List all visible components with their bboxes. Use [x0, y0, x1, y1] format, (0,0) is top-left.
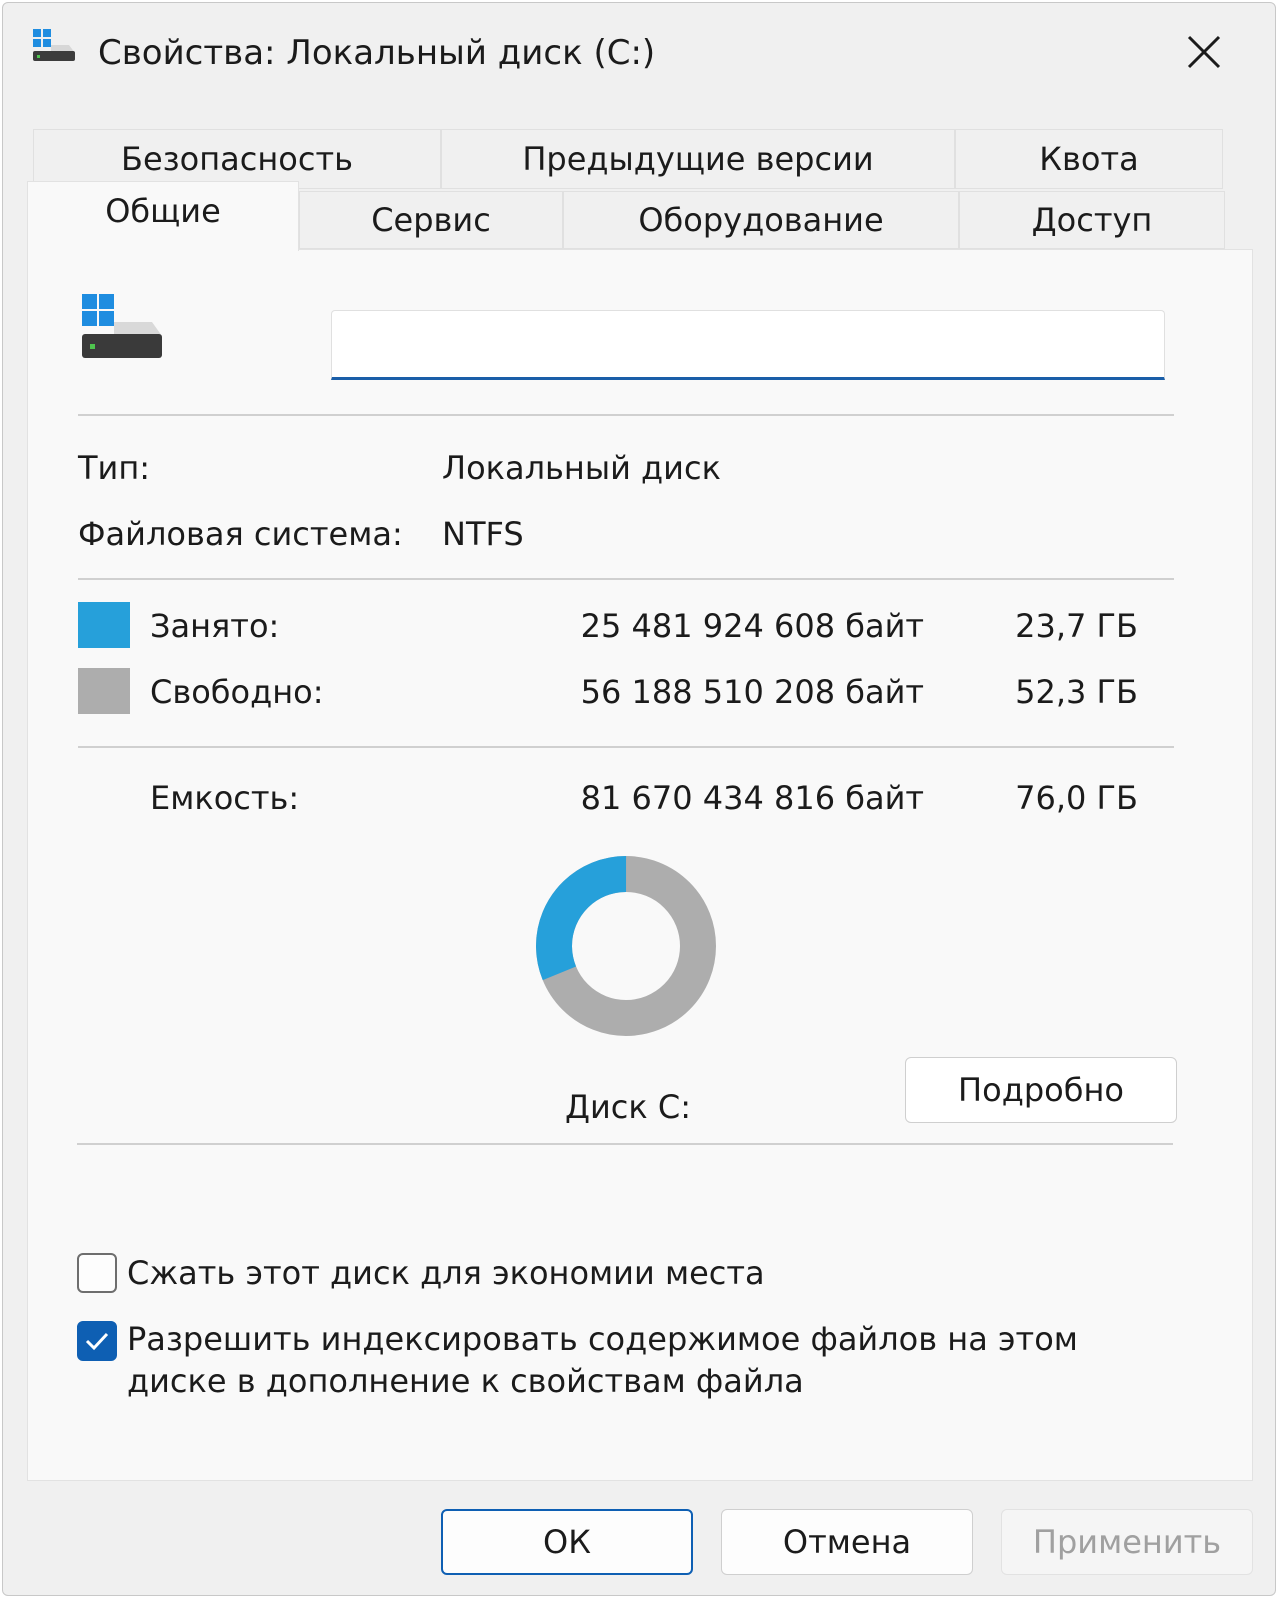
compress-checkbox[interactable] [77, 1253, 117, 1293]
tab-security[interactable]: Безопасность [33, 129, 441, 189]
capacity-gb: 76,0 ГБ [1015, 779, 1138, 817]
used-gb: 23,7 ГБ [1015, 607, 1138, 645]
separator [78, 746, 1174, 748]
close-button[interactable] [1175, 23, 1233, 81]
details-button[interactable]: Подробно [905, 1057, 1177, 1123]
index-label-line1: Разрешить индексировать содержимое файло… [127, 1320, 1078, 1358]
index-checkbox[interactable] [77, 1321, 117, 1361]
filesystem-label: Файловая система: [78, 515, 403, 553]
free-space-swatch [78, 668, 130, 714]
cancel-button[interactable]: Отмена [721, 1509, 973, 1575]
used-space-swatch [78, 602, 130, 648]
title-bar: Свойства: Локальный диск (C:) [3, 3, 1275, 103]
window-title: Свойства: Локальный диск (C:) [98, 33, 656, 73]
compress-label: Сжать этот диск для экономии места [127, 1254, 765, 1292]
tab-hardware[interactable]: Оборудование [563, 191, 959, 249]
usage-donut-chart [536, 856, 716, 1036]
tab-general[interactable]: Общие [27, 181, 299, 251]
separator [78, 414, 1174, 416]
separator [78, 578, 1174, 580]
free-gb: 52,3 ГБ [1015, 673, 1138, 711]
free-bytes: 56 188 510 208 байт [580, 673, 924, 711]
tab-previous-versions[interactable]: Предыдущие версии [441, 129, 955, 189]
drive-icon [82, 294, 162, 358]
close-icon [1187, 35, 1221, 69]
drive-name-input[interactable] [331, 310, 1165, 380]
properties-dialog: Свойства: Локальный диск (C:) Безопаснос… [2, 2, 1276, 1596]
index-label-line2: диске в дополнение к свойствам файла [127, 1362, 804, 1400]
used-label: Занято: [150, 607, 280, 645]
drive-icon [33, 29, 75, 61]
tab-quota[interactable]: Квота [955, 129, 1223, 189]
drive-letter-label: Диск C: [565, 1088, 692, 1126]
ok-button[interactable]: ОК [441, 1509, 693, 1575]
apply-button[interactable]: Применить [1001, 1509, 1253, 1575]
tab-tools[interactable]: Сервис [299, 191, 563, 249]
free-label: Свободно: [150, 673, 324, 711]
filesystem-value: NTFS [442, 515, 524, 553]
used-bytes: 25 481 924 608 байт [580, 607, 924, 645]
capacity-label: Емкость: [150, 779, 300, 817]
type-value: Локальный диск [442, 449, 721, 487]
separator [77, 1143, 1173, 1145]
capacity-bytes: 81 670 434 816 байт [580, 779, 924, 817]
checkmark-icon [85, 1332, 109, 1351]
tab-sharing[interactable]: Доступ [959, 191, 1225, 249]
type-label: Тип: [78, 449, 151, 487]
